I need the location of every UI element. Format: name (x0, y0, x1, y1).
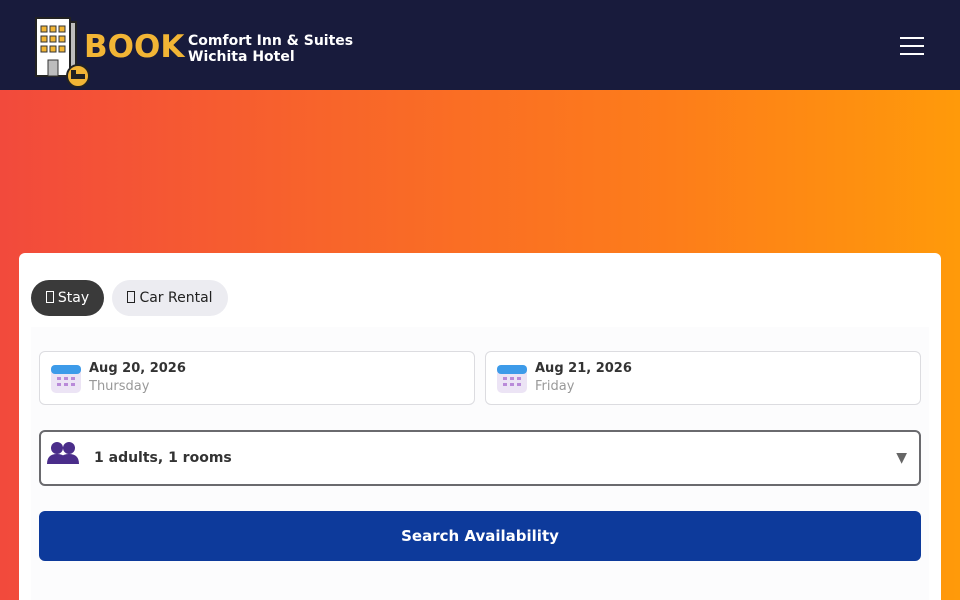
checkin-weekday: Thursday (89, 379, 150, 394)
checkin-date-field[interactable]: Aug 20, 2026 Thursday (39, 351, 475, 405)
search-availability-button[interactable]: Search Availability (39, 511, 921, 561)
brand-text[interactable]: BOOK (84, 28, 184, 66)
calendar-icon (497, 365, 527, 393)
checkout-date: Aug 21, 2026 (535, 361, 632, 376)
tab-stay[interactable]: Stay (31, 280, 104, 316)
people-icon (47, 442, 79, 464)
top-header: BOOK Comfort Inn & Suites Wichita Hotel (0, 0, 960, 90)
hotel-name-line1: Comfort Inn & Suites (188, 33, 354, 49)
bed-icon (45, 291, 54, 303)
chevron-down-icon: ▼ (896, 450, 907, 466)
hotel-name: Comfort Inn & Suites Wichita Hotel (188, 33, 353, 65)
guests-rooms-value: 1 adults, 1 rooms (94, 450, 232, 466)
checkin-date: Aug 20, 2026 (89, 361, 186, 376)
hamburger-menu-icon[interactable] (896, 34, 928, 58)
checkout-date-field[interactable]: Aug 21, 2026 Friday (485, 351, 921, 405)
tab-car-rental-label: Car Rental (139, 290, 213, 306)
car-icon (127, 291, 136, 303)
calendar-icon (51, 365, 81, 393)
hotel-building-icon[interactable] (32, 14, 92, 88)
tab-stay-label: Stay (57, 290, 90, 306)
checkout-weekday: Friday (535, 379, 575, 394)
guests-rooms-select[interactable]: 1 adults, 1 rooms ▼ (39, 430, 921, 486)
hotel-name-line2: Wichita Hotel (188, 49, 295, 65)
tab-car-rental[interactable]: Car Rental (112, 280, 228, 316)
